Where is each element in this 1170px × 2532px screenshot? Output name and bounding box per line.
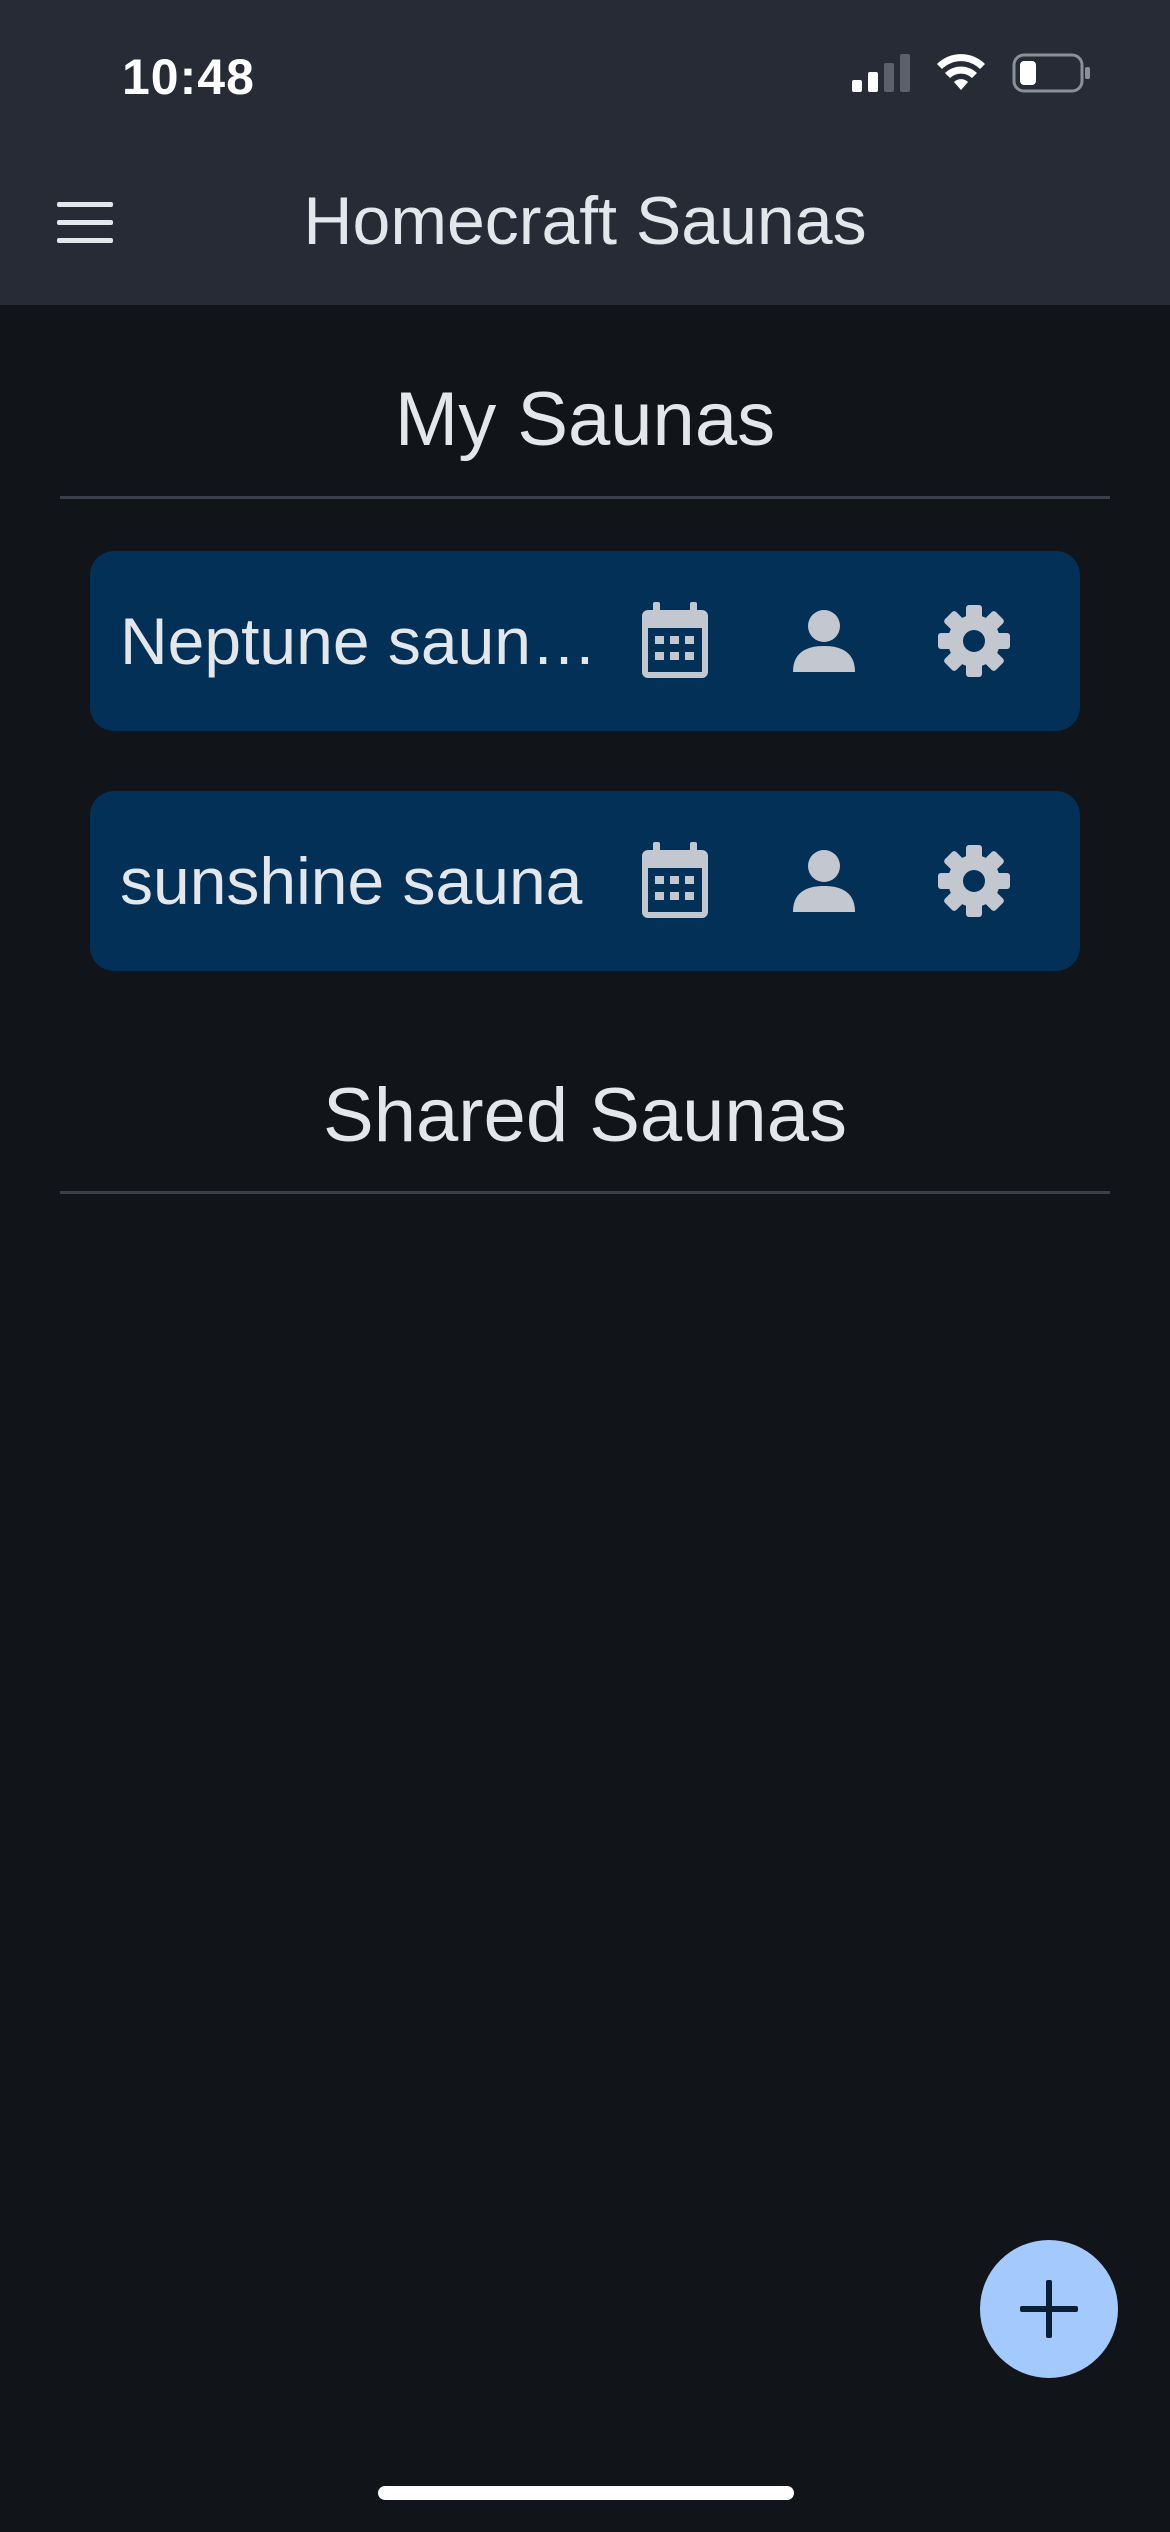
home-indicator[interactable] — [378, 2486, 794, 2500]
gear-icon — [938, 845, 1010, 917]
schedule-button[interactable] — [635, 601, 715, 681]
sauna-name: sunshine sauna — [120, 844, 583, 918]
cellular-signal-icon — [852, 53, 910, 97]
app-title: Homecraft Saunas — [303, 183, 867, 259]
shared-saunas-divider — [60, 1191, 1110, 1194]
calendar-icon — [642, 842, 708, 918]
app-bar: 10:48 Homecraft Saunas — [0, 0, 1170, 305]
status-icons — [852, 50, 1092, 100]
settings-button[interactable] — [934, 601, 1014, 681]
gear-icon — [938, 605, 1010, 677]
users-button[interactable] — [784, 601, 864, 681]
status-time: 10:48 — [122, 49, 255, 105]
wifi-icon — [936, 53, 986, 97]
my-saunas-divider — [60, 496, 1110, 499]
calendar-icon — [642, 602, 708, 678]
my-saunas-heading: My Saunas — [394, 377, 776, 462]
shared-saunas-heading: Shared Saunas — [323, 1073, 847, 1158]
plus-icon — [1020, 2280, 1078, 2338]
settings-button[interactable] — [934, 841, 1014, 921]
schedule-button[interactable] — [635, 841, 715, 921]
users-button[interactable] — [784, 841, 864, 921]
person-icon — [793, 850, 855, 912]
add-sauna-button[interactable] — [980, 2240, 1118, 2378]
person-icon — [793, 610, 855, 672]
battery-icon — [1012, 53, 1092, 98]
sauna-card-neptune[interactable]: Neptune saun… — [90, 551, 1080, 731]
sauna-card-sunshine[interactable]: sunshine sauna — [90, 791, 1080, 971]
sauna-name: Neptune saun… — [120, 604, 590, 678]
